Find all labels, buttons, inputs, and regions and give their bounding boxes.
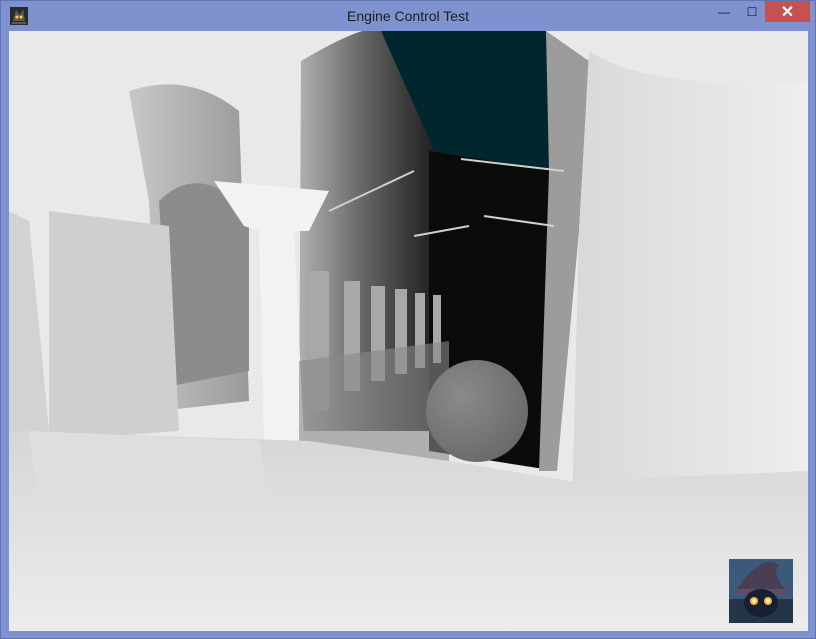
- render-viewport[interactable]: [9, 31, 808, 631]
- depth-render-scene: [9, 31, 808, 631]
- app-window: Engine Control Test — ☐ ✕: [0, 0, 816, 639]
- left-column-block: [49, 211, 179, 441]
- title-bar[interactable]: Engine Control Test — ☐ ✕: [1, 1, 815, 31]
- minimize-button[interactable]: —: [709, 1, 739, 22]
- close-button[interactable]: ✕: [765, 1, 810, 22]
- window-title: Engine Control Test: [347, 8, 469, 24]
- sphere: [426, 360, 528, 462]
- foreground-ledge: [29, 431, 269, 511]
- maximize-button[interactable]: ☐: [737, 1, 767, 22]
- wizard-character-icon: [729, 559, 793, 623]
